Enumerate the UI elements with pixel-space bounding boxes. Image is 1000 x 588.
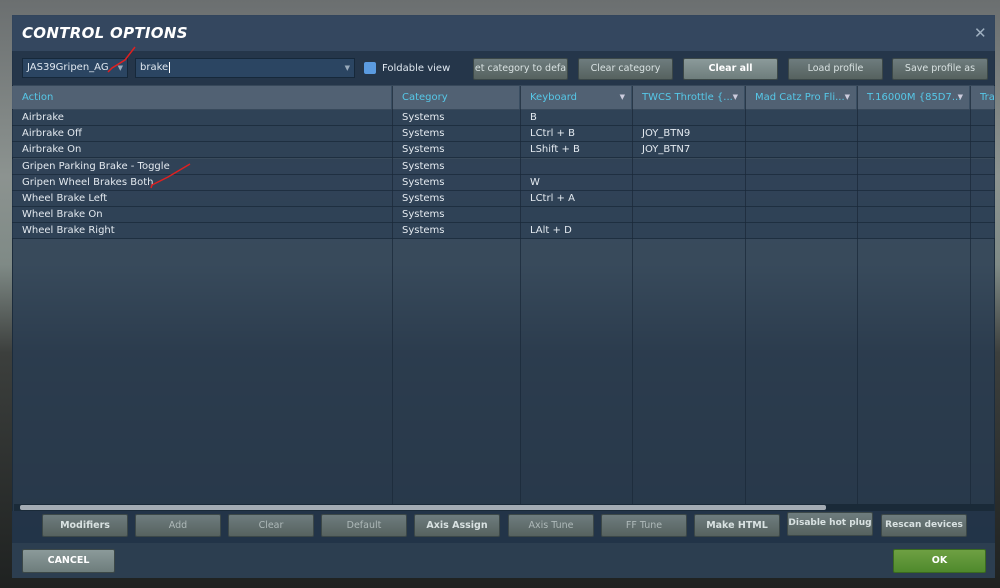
annotation-marks: [107, 46, 191, 189]
annotation-checkmark: [150, 163, 191, 189]
annotation-checkmark: [107, 46, 136, 73]
